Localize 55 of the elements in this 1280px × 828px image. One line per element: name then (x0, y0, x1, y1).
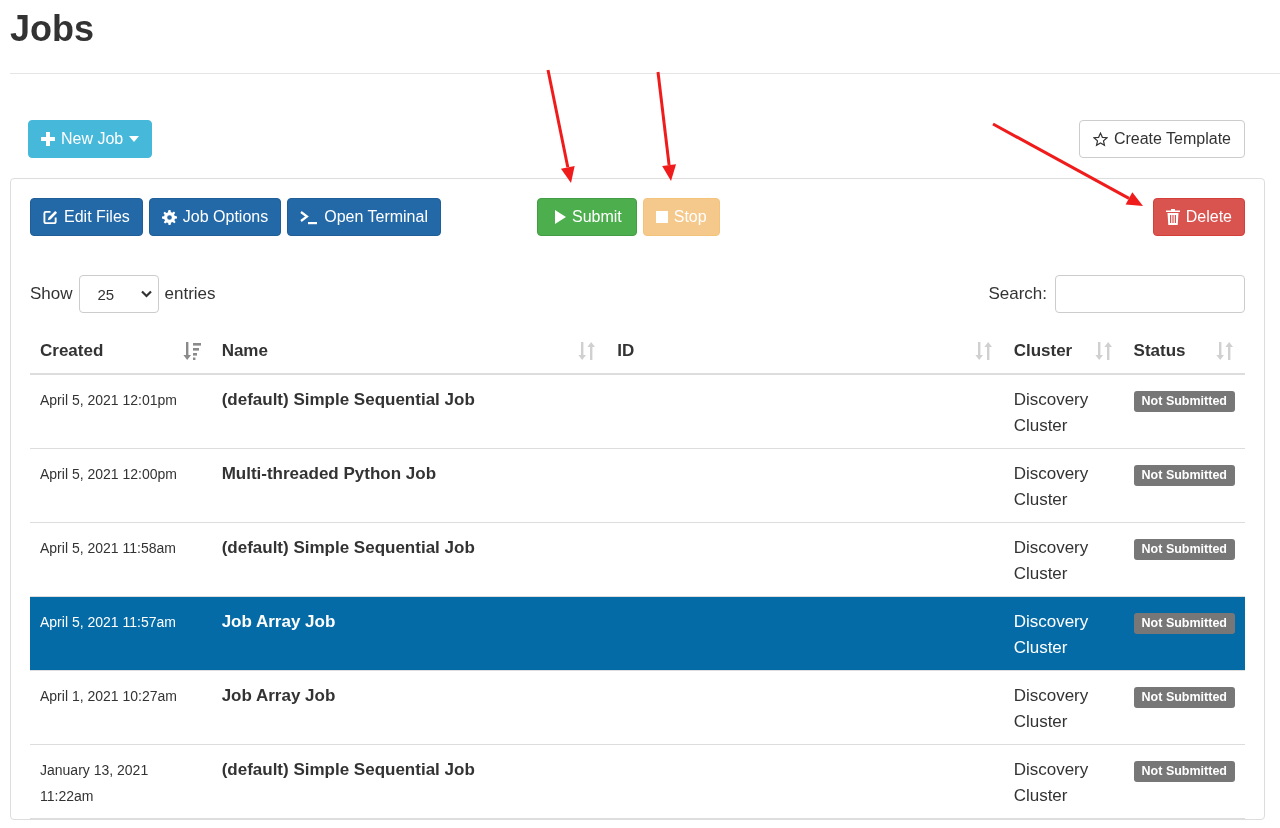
status-badge: Not Submitted (1133, 613, 1235, 634)
job-name: Job Array Job (221, 612, 336, 631)
cluster-name: Discovery Cluster (1013, 686, 1089, 731)
cluster-name: Discovery Cluster (1013, 538, 1089, 583)
cluster-name: Discovery Cluster (1013, 390, 1089, 435)
edit-files-button[interactable]: Edit Files (30, 198, 143, 236)
job-name: (default) Simple Sequential Job (221, 760, 475, 779)
date-text: January 13, 2021 11:22am (40, 762, 149, 804)
table-row[interactable]: January 13, 2021 11:22am (default) Simple Sequential Job Discovery Cluster Not Submitted (30, 744, 1245, 819)
table-row[interactable]: April 5, 2021 12:01pm (default) Simple Sequential Job Discovery Cluster Not Submitted (30, 374, 1245, 449)
show-label: Show (30, 284, 73, 304)
table-row[interactable]: April 5, 2021 12:00pm Multi-threaded Python Job Discovery Cluster Not Submitted (30, 448, 1245, 523)
table-row[interactable]: April 1, 2021 10:27am Job Array Job Discovery Cluster Not Submitted (30, 670, 1245, 745)
job-options-button[interactable]: Job Options (148, 198, 282, 236)
job-name: Multi-threaded Python Job (221, 464, 436, 483)
delete-button[interactable]: Delete (1152, 198, 1245, 236)
status-badge: Not Submitted (1133, 539, 1235, 560)
create-template-button[interactable]: Create Template (1078, 120, 1245, 158)
stop-icon (655, 211, 668, 223)
job-name: (default) Simple Sequential Job (221, 390, 475, 409)
entries-label: entries (164, 284, 216, 304)
terminal-icon (300, 209, 319, 225)
entries-select[interactable]: 25 (78, 275, 159, 313)
column-header[interactable]: ID (607, 331, 1004, 374)
play-icon (553, 210, 566, 224)
chevron-icon (140, 290, 152, 298)
date-text: April 5, 2021 11:57am (40, 614, 176, 630)
search-field[interactable] (1055, 275, 1245, 313)
job-name: (default) Simple Sequential Job (221, 538, 475, 557)
cluster-name: Discovery Cluster (1013, 612, 1089, 657)
gear-icon (161, 209, 177, 225)
plus-icon (41, 132, 55, 146)
date-text: April 1, 2021 10:27am (40, 688, 177, 704)
table-row[interactable]: April 5, 2021 11:57am Job Array Job Discovery Cluster Not Submitted (30, 596, 1245, 671)
date-text: April 5, 2021 12:01pm (40, 392, 177, 408)
cluster-name: Discovery Cluster (1013, 760, 1089, 805)
trash-icon (1165, 209, 1180, 225)
column-header[interactable]: Status (1123, 331, 1245, 374)
status-badge: Not Submitted (1133, 465, 1235, 486)
search-label: Search: (988, 284, 1047, 304)
date-text: April 5, 2021 11:58am (40, 540, 176, 556)
edit-icon (43, 209, 58, 225)
status-badge: Not Submitted (1133, 391, 1235, 412)
table-row[interactable]: April 5, 2021 11:58am (default) Simple Sequential Job Discovery Cluster Not Submitted (30, 522, 1245, 597)
page-title: Jobs (10, 7, 96, 49)
status-badge: Not Submitted (1133, 687, 1235, 708)
cluster-name: Discovery Cluster (1013, 464, 1089, 509)
open-terminal-button[interactable]: Open Terminal (287, 198, 441, 236)
column-header[interactable]: Name (211, 331, 608, 374)
date-text: April 5, 2021 12:00pm (40, 466, 177, 482)
job-name: Job Array Job (221, 686, 336, 705)
star-icon (1092, 131, 1108, 147)
status-badge: Not Submitted (1133, 761, 1235, 782)
column-header[interactable]: Created (30, 331, 212, 374)
column-header[interactable]: Cluster (1003, 331, 1124, 374)
